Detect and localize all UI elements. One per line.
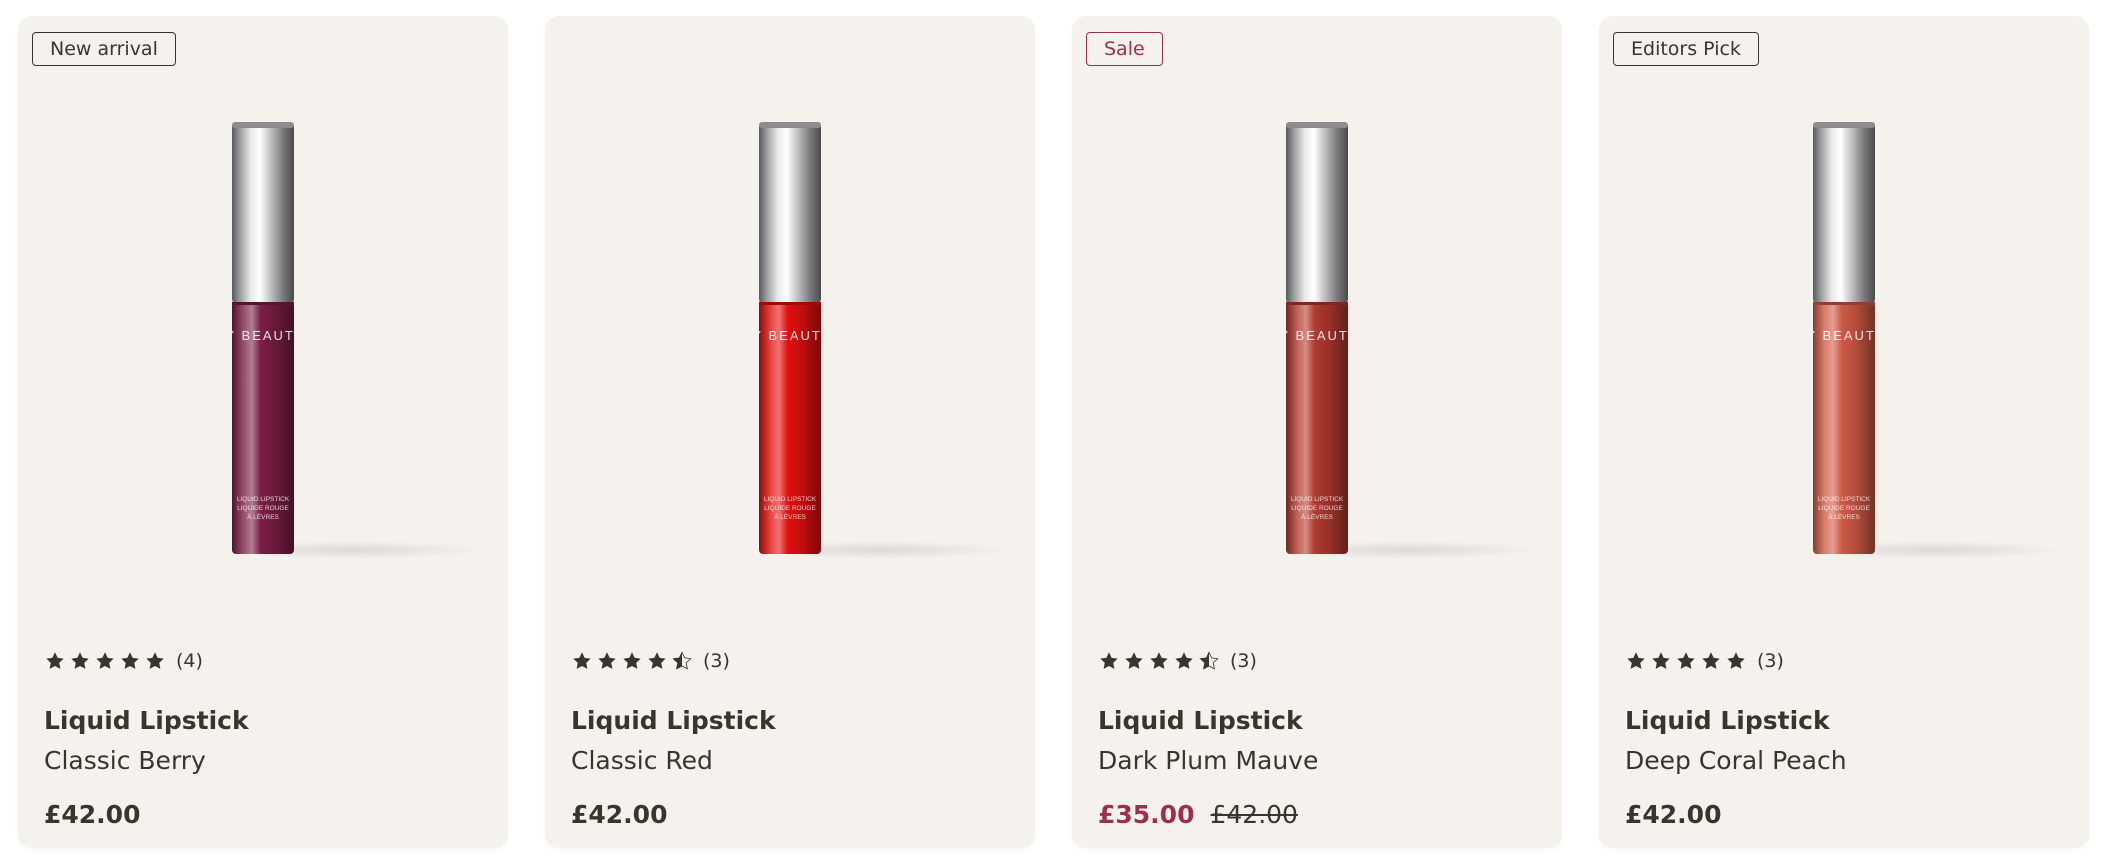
product-image[interactable]: FY BEAUTIF LIQUID LIPSTICK LIQUIDE ROUGEÀ … — [18, 88, 508, 568]
rating[interactable]: (4) — [44, 650, 203, 672]
price-row: £42.00 — [571, 800, 667, 829]
tube-label-line: LIQUIDE ROUGE — [1818, 505, 1870, 512]
star-icon — [1199, 651, 1219, 670]
tube-label-line: LIQUID LIPSTICK — [1818, 496, 1871, 503]
star-icon — [1627, 652, 1645, 669]
tube-label-line: À LÈVRES — [774, 512, 806, 521]
review-count: (3) — [1757, 650, 1784, 672]
review-count: (3) — [703, 650, 730, 672]
product-card[interactable]: FY BEAUTIF LIQUID LIPSTICK LIQUIDE ROUGE À … — [545, 16, 1035, 848]
rating-stars — [1625, 650, 1747, 672]
product-card[interactable]: New arrival FY BEAUTIF LIQUID LIPSTICK LIQ… — [18, 16, 508, 848]
star-icon — [146, 652, 164, 669]
tube-label-line: LIQUID LIPSTICK — [1291, 496, 1344, 503]
brand-text: FY BEAUTIF — [216, 328, 311, 343]
review-count: (4) — [176, 650, 203, 672]
star-icon — [1125, 652, 1143, 669]
product-name[interactable]: Liquid Lipstick — [1625, 706, 1830, 735]
star-icon — [46, 652, 64, 669]
product-price: £42.00 — [571, 800, 668, 829]
star-icon — [1150, 652, 1168, 669]
product-shade[interactable]: Classic Red — [571, 746, 713, 775]
rating[interactable]: (3) — [571, 650, 730, 672]
product-badge: Editors Pick — [1613, 32, 1759, 66]
star-icon — [672, 651, 692, 670]
star-icon — [598, 652, 616, 669]
product-image[interactable]: FY BEAUTIF LIQUID LIPSTICK LIQUIDE ROUGEÀ … — [1072, 88, 1562, 568]
tube-label-line: LIQUID LIPSTICK — [764, 496, 817, 503]
star-icon — [1727, 652, 1745, 669]
rating-stars — [1098, 650, 1220, 672]
tube-label-line: À LÈVRES — [1301, 512, 1333, 521]
price-row: £42.00 — [44, 800, 140, 829]
tube-label-line: LIQUIDE ROUGE — [237, 505, 289, 512]
product-name[interactable]: Liquid Lipstick — [44, 706, 249, 735]
product-badge: Sale — [1086, 32, 1163, 66]
review-count: (3) — [1230, 650, 1257, 672]
product-image[interactable]: FY BEAUTIF LIQUID LIPSTICK LIQUIDE ROUGEÀ … — [545, 88, 1035, 568]
tube-label-line: À LÈVRES — [247, 512, 279, 521]
star-icon — [573, 652, 591, 669]
brand-text: FY BEAUTIF — [1797, 328, 1892, 343]
original-price: £42.00 — [1210, 800, 1298, 829]
product-card[interactable]: Sale FY BEAUTIF LIQUID LIPSTICK LIQUIDE RO… — [1072, 16, 1562, 848]
product-grid: New arrival FY BEAUTIF LIQUID LIPSTICK LIQ… — [0, 0, 2110, 867]
star-icon — [623, 652, 641, 669]
star-icon — [1702, 652, 1720, 669]
rating-stars — [44, 650, 166, 672]
product-shade[interactable]: Deep Coral Peach — [1625, 746, 1847, 775]
star-icon — [648, 652, 666, 669]
product-shade[interactable]: Classic Berry — [44, 746, 206, 775]
product-name[interactable]: Liquid Lipstick — [1098, 706, 1303, 735]
product-price: £42.00 — [1625, 800, 1722, 829]
star-icon — [96, 652, 114, 669]
star-icon — [71, 652, 89, 669]
rating[interactable]: (3) — [1625, 650, 1784, 672]
product-price: £42.00 — [44, 800, 141, 829]
tube-label-line: LIQUID LIPSTICK — [237, 496, 290, 503]
product-badge: New arrival — [32, 32, 176, 66]
price-row: £35.00 £42.00 — [1098, 800, 1298, 829]
brand-text: FY BEAUTIF — [1270, 328, 1365, 343]
star-icon — [121, 652, 139, 669]
star-icon — [1175, 652, 1193, 669]
product-shade[interactable]: Dark Plum Mauve — [1098, 746, 1318, 775]
product-name[interactable]: Liquid Lipstick — [571, 706, 776, 735]
product-image[interactable]: FY BEAUTIF LIQUID LIPSTICK LIQUIDE ROUGEÀ … — [1599, 88, 2089, 568]
rating-stars — [571, 650, 693, 672]
price-row: £42.00 — [1625, 800, 1721, 829]
star-icon — [1652, 652, 1670, 669]
star-icon — [1100, 652, 1118, 669]
product-price: £35.00 — [1098, 800, 1195, 829]
tube-label-line: À LÈVRES — [1828, 512, 1860, 521]
rating[interactable]: (3) — [1098, 650, 1257, 672]
tube-label-line: LIQUIDE ROUGE — [764, 505, 816, 512]
product-card[interactable]: Editors Pick FY BEAUTIF LIQUID LIPSTICK LI… — [1599, 16, 2089, 848]
brand-text: FY BEAUTIF — [743, 328, 838, 343]
tube-label-line: LIQUIDE ROUGE — [1291, 505, 1343, 512]
star-icon — [1677, 652, 1695, 669]
